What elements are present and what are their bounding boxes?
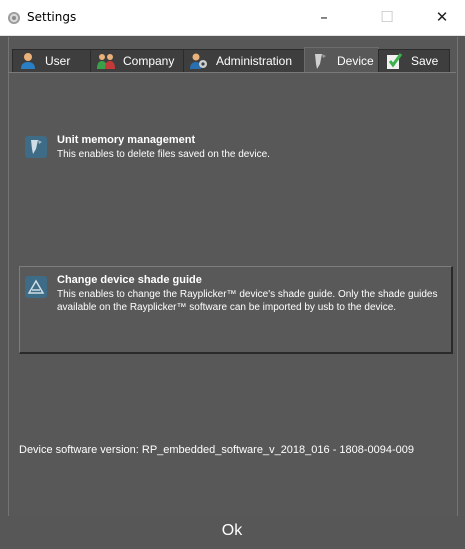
tab-divider — [8, 72, 456, 73]
tab-save-label: Save — [411, 54, 439, 68]
unit-memory-description: This enables to delete files saved on th… — [57, 149, 270, 160]
tab-company[interactable]: Company — [90, 49, 184, 72]
maximize-button: ☐ — [380, 8, 394, 26]
administration-icon — [190, 53, 207, 69]
tab-company-label: Company — [123, 54, 175, 68]
tab-save[interactable]: Save — [378, 49, 450, 72]
save-icon — [387, 53, 403, 69]
shade-guide-title: Change device shade guide — [57, 274, 202, 286]
tab-administration[interactable]: Administration — [183, 49, 305, 72]
title-bar: Settings – ☐ ✕ — [0, 0, 465, 36]
ok-button[interactable]: Ok — [12, 514, 452, 548]
close-button[interactable]: ✕ — [419, 0, 465, 35]
change-shade-guide-option[interactable]: Change device shade guide This enables t… — [19, 272, 453, 348]
tab-device-label: Device — [337, 53, 374, 68]
device-memory-icon — [25, 136, 47, 158]
tab-administration-label: Administration — [216, 54, 293, 68]
tab-user[interactable]: User — [12, 49, 91, 72]
minimize-button[interactable]: – — [301, 0, 347, 35]
shade-guide-description: This enables to change the Rayplicker™ d… — [57, 289, 438, 313]
user-icon — [21, 53, 35, 69]
tab-user-label: User — [45, 54, 71, 68]
device-software-version: Device software version: RP_embedded_sof… — [19, 444, 415, 456]
device-icon — [315, 53, 326, 69]
unit-memory-management-option[interactable]: Unit memory management This enables to d… — [19, 132, 453, 172]
shade-guide-icon — [25, 276, 47, 298]
unit-memory-title: Unit memory management — [57, 134, 196, 146]
tab-device[interactable]: Device — [304, 47, 379, 73]
window-title: Settings — [27, 10, 77, 24]
settings-gear-icon — [8, 12, 20, 24]
company-icon — [97, 54, 115, 69]
